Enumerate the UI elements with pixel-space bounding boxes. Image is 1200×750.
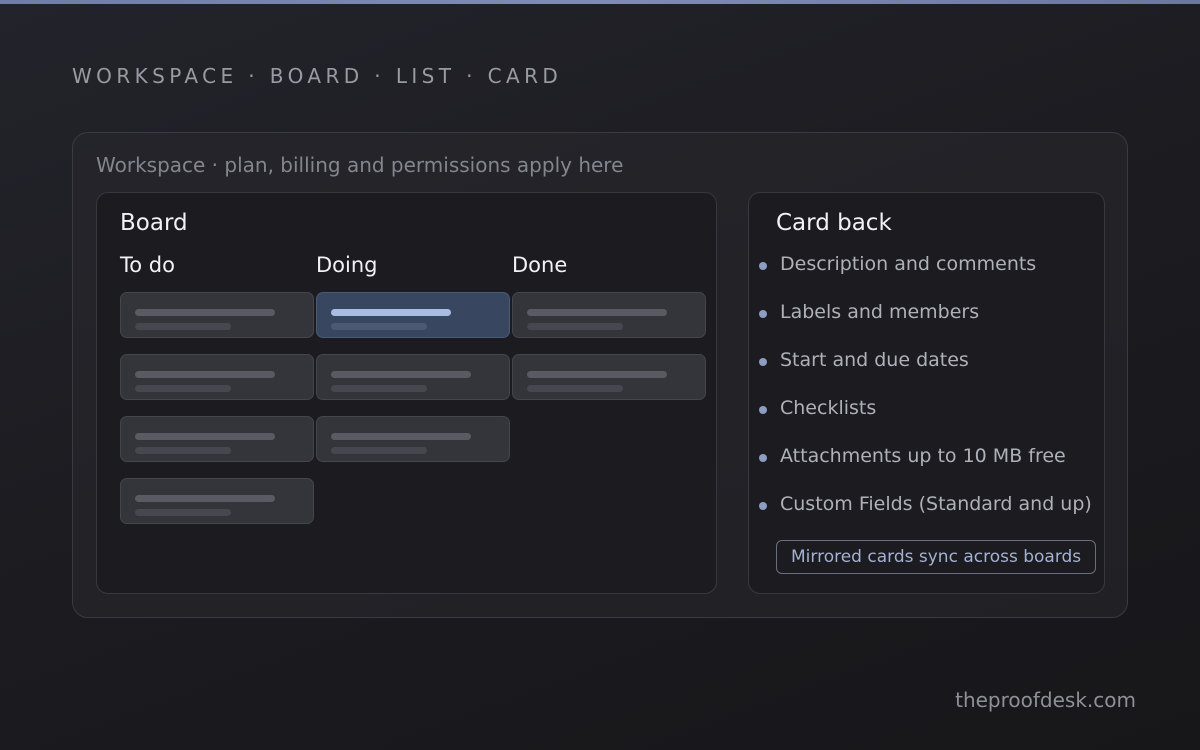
feature-label: Custom Fields (Standard and up)	[780, 493, 1092, 515]
card-done-2[interactable]	[512, 354, 706, 400]
card-meta-placeholder	[135, 385, 231, 392]
card-meta-placeholder	[331, 447, 427, 454]
card-title-placeholder	[135, 309, 275, 316]
top-accent-strip	[0, 0, 1200, 4]
card-doing-3[interactable]	[316, 416, 510, 462]
card-title-placeholder	[331, 371, 471, 378]
bullet-icon	[759, 310, 767, 318]
workspace-container: Workspace · plan, billing and permission…	[72, 132, 1128, 618]
feature-item: Attachments up to 10 MB free	[759, 445, 1066, 467]
card-title-placeholder	[331, 433, 471, 440]
card-title-placeholder	[527, 309, 667, 316]
card-title-placeholder	[331, 309, 451, 316]
card-meta-placeholder	[135, 323, 231, 330]
card-title-placeholder	[135, 433, 275, 440]
feature-label: Description and comments	[780, 253, 1037, 275]
list-title-doing: Doing	[316, 253, 378, 277]
card-todo-1[interactable]	[120, 292, 314, 338]
mirrored-cards-note: Mirrored cards sync across boards	[776, 540, 1097, 574]
hierarchy-heading: WORKSPACE · BOARD · LIST · CARD	[72, 64, 563, 88]
feature-label: Checklists	[780, 397, 877, 419]
feature-item: Description and comments	[759, 253, 1037, 275]
card-back-panel: Card back Description and comments Label…	[748, 192, 1105, 594]
bullet-icon	[759, 454, 767, 462]
bullet-icon	[759, 406, 767, 414]
card-done-1[interactable]	[512, 292, 706, 338]
feature-item: Custom Fields (Standard and up)	[759, 493, 1092, 515]
card-title-placeholder	[527, 371, 667, 378]
feature-item: Start and due dates	[759, 349, 969, 371]
card-title-placeholder	[135, 371, 275, 378]
card-todo-4[interactable]	[120, 478, 314, 524]
card-meta-placeholder	[135, 509, 231, 516]
board-panel: Board To do Doing Done	[96, 192, 717, 594]
card-todo-2[interactable]	[120, 354, 314, 400]
feature-item: Checklists	[759, 397, 877, 419]
board-title: Board	[120, 210, 188, 236]
card-todo-3[interactable]	[120, 416, 314, 462]
list-title-todo: To do	[120, 253, 175, 277]
card-meta-placeholder	[331, 385, 427, 392]
bullet-icon	[759, 358, 767, 366]
bullet-icon	[759, 502, 767, 510]
card-meta-placeholder	[527, 385, 623, 392]
card-meta-placeholder	[331, 323, 427, 330]
card-doing-1-selected[interactable]	[316, 292, 510, 338]
card-meta-placeholder	[135, 447, 231, 454]
feature-label: Labels and members	[780, 301, 980, 323]
card-back-title: Card back	[776, 210, 892, 236]
workspace-caption: Workspace · plan, billing and permission…	[96, 153, 624, 177]
bullet-icon	[759, 262, 767, 270]
card-doing-2[interactable]	[316, 354, 510, 400]
feature-label: Start and due dates	[780, 349, 969, 371]
card-meta-placeholder	[527, 323, 623, 330]
feature-label: Attachments up to 10 MB free	[780, 445, 1066, 467]
list-title-done: Done	[512, 253, 568, 277]
card-title-placeholder	[135, 495, 275, 502]
feature-item: Labels and members	[759, 301, 980, 323]
footer-domain: theproofdesk.com	[955, 688, 1136, 712]
